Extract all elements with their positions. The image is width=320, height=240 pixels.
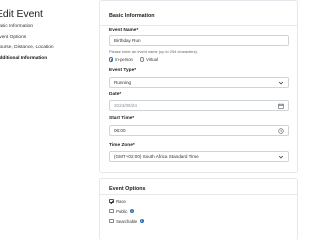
virtual-radio[interactable]: [139, 57, 145, 62]
date-field[interactable]: 2024/09/24: [109, 100, 289, 111]
public-label: Public: [116, 208, 128, 214]
race-label: Race: [116, 198, 126, 204]
date-label: Date*: [109, 92, 122, 97]
searchable-label: Searchable: [116, 218, 138, 224]
time-zone-select[interactable]: (GMT+02:00) South Africa Standard Time: [109, 151, 289, 162]
event-name-label: Event Name*: [109, 28, 139, 33]
start-time-field[interactable]: 06:00: [109, 125, 289, 136]
date-value: 2024/09/24: [114, 103, 137, 109]
race-option: Race: [109, 198, 126, 204]
basic-information-title: Basic Information: [109, 13, 155, 19]
event-type-select[interactable]: Running: [109, 77, 289, 88]
sidebar-item-basic-information[interactable]: Basic Information: [0, 22, 86, 33]
public-option: Public i: [109, 208, 135, 214]
start-time-label: Start Time*: [109, 115, 135, 121]
info-icon[interactable]: i: [139, 218, 144, 224]
searchable-option: Searchable i: [109, 218, 144, 224]
sidebar-nav: Basic Information Event Options Course, …: [0, 22, 86, 64]
event-name-hint: Please enter an event name (up to 254 ch…: [109, 49, 198, 54]
sidebar-item-course-distance-location[interactable]: Course, Distance, Location: [0, 43, 86, 54]
section-divider: [100, 194, 297, 195]
event-type-value: Running: [114, 80, 132, 86]
calendar-icon[interactable]: [278, 103, 284, 109]
page-title: Edit Event: [0, 8, 43, 20]
sidebar-item-additional-information[interactable]: Additional Information: [0, 54, 86, 65]
event-options-title: Event Options: [109, 186, 146, 192]
event-name-input[interactable]: [114, 38, 274, 43]
basic-information-card: Basic Information Event Name* Please ent…: [99, 0, 298, 173]
chevron-down-icon: [278, 155, 284, 159]
time-zone-label: Time Zone*: [109, 142, 135, 148]
in-person-radio[interactable]: [109, 57, 114, 62]
public-checkbox[interactable]: [109, 208, 114, 214]
race-checkbox[interactable]: [109, 198, 114, 204]
virtual-label: Virtual: [146, 57, 158, 62]
info-icon[interactable]: i: [130, 208, 135, 214]
event-mode-group: In-person Virtual: [109, 57, 158, 63]
event-options-card: Event Options Race Public i Searchable i: [99, 178, 298, 240]
event-type-label: Event Type*: [109, 68, 137, 73]
event-name-field[interactable]: [109, 35, 289, 46]
searchable-checkbox[interactable]: [109, 218, 114, 224]
clock-icon[interactable]: [278, 128, 284, 134]
in-person-label: In-person: [115, 57, 133, 62]
sidebar-item-event-options[interactable]: Event Options: [0, 33, 86, 44]
start-time-value: 06:00: [114, 128, 126, 134]
chevron-down-icon: [278, 81, 284, 85]
section-divider: [100, 25, 297, 26]
time-zone-value: (GMT+02:00) South Africa Standard Time: [114, 154, 199, 160]
